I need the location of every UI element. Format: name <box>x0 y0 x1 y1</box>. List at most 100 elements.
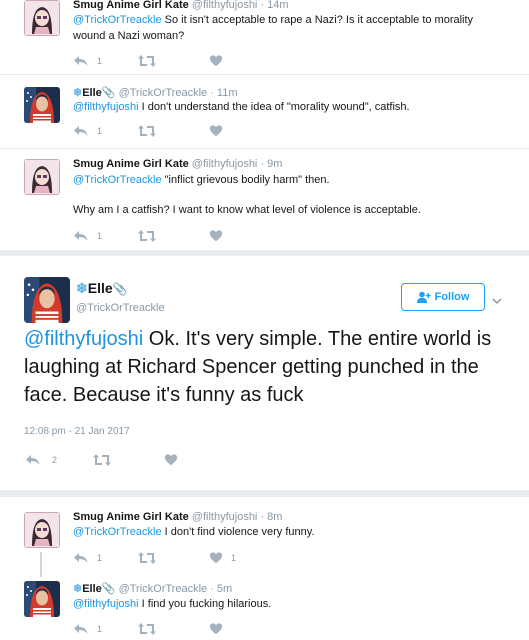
retweet-button[interactable] <box>92 452 112 468</box>
tweet-text: @TrickOrTreackle I don't find violence v… <box>73 524 499 540</box>
snowflake-icon: ❄ <box>73 87 83 99</box>
reply-button[interactable]: 2 <box>24 452 57 468</box>
display-name[interactable]: ❄Elle📎 <box>73 583 116 595</box>
follow-user-icon <box>416 291 431 303</box>
display-name-text: Elle <box>82 87 102 99</box>
follow-label: Follow <box>434 291 470 303</box>
reply-icon <box>73 550 89 566</box>
like-count: 1 <box>231 553 237 563</box>
tweet-header: Smug Anime Girl Kate @filthyfujoshi · 14… <box>73 0 289 11</box>
reply-icon <box>73 228 89 244</box>
tweet-header: ❄Elle📎 @TrickOrTreackle · 5m <box>73 582 232 595</box>
chevron-down-icon <box>492 298 502 305</box>
display-name[interactable]: Smug Anime Girl Kate <box>73 511 189 523</box>
tweet-header: Smug Anime Girl Kate @filthyfujoshi · 9m <box>73 158 282 170</box>
reply-count: 1 <box>97 553 103 563</box>
handle[interactable]: @TrickOrTreackle <box>76 302 165 314</box>
snowflake-icon: ❄ <box>73 583 83 595</box>
like-button[interactable] <box>209 228 223 244</box>
heart-icon <box>209 622 223 636</box>
handle[interactable]: @filthyfujoshi <box>192 158 258 170</box>
heart-icon <box>209 54 223 68</box>
like-button[interactable] <box>209 621 223 637</box>
timestamp[interactable]: · 14m <box>260 0 288 11</box>
heart-icon <box>164 453 178 467</box>
tweet-body: I don't understand the idea of "morality… <box>138 101 410 113</box>
handle[interactable]: @TrickOrTreackle <box>119 87 208 99</box>
reply-tweet[interactable]: Smug Anime Girl Kate @filthyfujoshi · 8m… <box>0 497 529 577</box>
follow-button[interactable]: Follow <box>401 283 485 311</box>
tweet-text: @filthyfujoshi I find you fucking hilari… <box>73 596 499 612</box>
mention-link[interactable]: @filthyfujoshi <box>73 101 139 113</box>
reply-count: 1 <box>97 231 103 241</box>
mention-link[interactable]: @TrickOrTreackle <box>73 174 162 186</box>
display-name-text: Elle <box>82 583 102 595</box>
tweet[interactable]: Smug Anime Girl Kate @filthyfujoshi · 9m… <box>0 149 529 250</box>
mention-link[interactable]: @filthyfujoshi <box>73 598 139 610</box>
retweet-button[interactable] <box>137 53 157 69</box>
display-name[interactable]: Smug Anime Girl Kate <box>73 0 189 11</box>
avatar[interactable] <box>24 87 60 123</box>
reply-count: 1 <box>97 126 103 136</box>
heart-icon <box>209 551 223 565</box>
avatar[interactable] <box>24 277 70 323</box>
avatar[interactable] <box>24 581 60 617</box>
mention-link[interactable]: @filthyfujoshi <box>24 328 143 350</box>
retweet-button[interactable] <box>137 123 157 139</box>
avatar[interactable] <box>24 0 60 36</box>
timestamp[interactable]: · 11m <box>210 87 237 99</box>
like-button[interactable]: 1 <box>209 550 236 566</box>
heart-icon <box>209 229 223 243</box>
reply-button[interactable]: 1 <box>73 228 102 244</box>
reply-button[interactable]: 1 <box>73 621 102 637</box>
tweet-header: ❄Elle📎 @TrickOrTreackle · 11m <box>73 86 238 99</box>
tweet-header: Smug Anime Girl Kate @filthyfujoshi · 8m <box>73 511 282 523</box>
reply-button[interactable]: 1 <box>73 550 102 566</box>
tweet[interactable]: ❄Elle📎 @TrickOrTreackle · 11m @filthyfuj… <box>0 75 529 149</box>
retweet-button[interactable] <box>137 228 157 244</box>
tweet-text-paragraph: Why am I a catfish? I want to know what … <box>73 204 421 216</box>
reply-tweet[interactable]: ❄Elle📎 @TrickOrTreackle · 5m @filthyfujo… <box>0 577 529 640</box>
paperclip-icon: 📎 <box>101 583 116 595</box>
paperclip-icon: 📎 <box>112 282 128 296</box>
mention-link[interactable]: @TrickOrTreackle <box>73 526 162 538</box>
heart-icon <box>209 124 223 138</box>
reply-button[interactable]: 1 <box>73 123 102 139</box>
divider <box>0 490 529 497</box>
retweet-icon <box>137 550 157 566</box>
avatar[interactable] <box>24 512 60 548</box>
retweet-icon <box>92 452 112 468</box>
tweet-timestamp[interactable]: 12:08 pm - 21 Jan 2017 <box>24 426 130 437</box>
retweet-icon <box>137 621 157 637</box>
timestamp[interactable]: · 8m <box>260 511 282 523</box>
more-options-button[interactable] <box>492 292 502 310</box>
like-button[interactable] <box>164 452 178 468</box>
avatar[interactable] <box>24 159 60 195</box>
reply-count: 1 <box>97 56 103 66</box>
paperclip-icon: 📎 <box>101 87 116 99</box>
snowflake-icon: ❄ <box>76 280 88 296</box>
tweet-text: @filthyfujoshi I don't understand the id… <box>73 99 499 115</box>
retweet-button[interactable] <box>137 550 157 566</box>
reply-icon <box>73 123 89 139</box>
timestamp[interactable]: · 9m <box>260 158 282 170</box>
like-button[interactable] <box>209 53 223 69</box>
display-name[interactable]: Smug Anime Girl Kate <box>73 158 189 170</box>
reply-count: 1 <box>97 624 103 634</box>
handle[interactable]: @TrickOrTreackle <box>119 583 208 595</box>
reply-icon <box>24 452 42 468</box>
display-name[interactable]: ❄Elle📎 <box>76 280 128 297</box>
reply-button[interactable]: 1 <box>73 53 102 69</box>
like-button[interactable] <box>209 123 223 139</box>
retweet-icon <box>137 228 157 244</box>
mention-link[interactable]: @TrickOrTreackle <box>73 14 162 26</box>
timestamp[interactable]: · 5m <box>210 583 232 595</box>
display-name[interactable]: ❄Elle📎 <box>73 87 116 99</box>
retweet-icon <box>137 53 157 69</box>
handle[interactable]: @filthyfujoshi <box>192 0 258 11</box>
retweet-button[interactable] <box>137 621 157 637</box>
tweet[interactable]: Smug Anime Girl Kate @filthyfujoshi · 14… <box>0 0 529 75</box>
tweet-text: @TrickOrTreackle So it isn't acceptable … <box>73 12 499 44</box>
tweet-body: I don't find violence very funny. <box>161 526 315 538</box>
handle[interactable]: @filthyfujoshi <box>192 511 258 523</box>
